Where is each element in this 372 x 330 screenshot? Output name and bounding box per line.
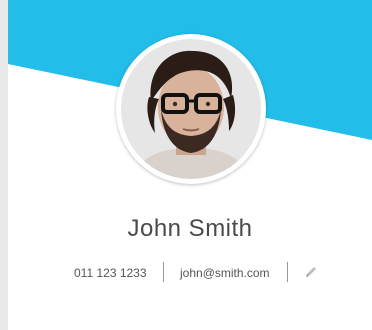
email-address[interactable]: john@smith.com — [180, 266, 270, 280]
avatar-photo — [121, 39, 261, 179]
divider — [287, 262, 288, 282]
profile-card: John Smith 011 123 1233 john@smith.com — [8, 0, 372, 330]
divider — [163, 262, 164, 282]
avatar — [116, 34, 266, 184]
pencil-icon[interactable] — [304, 265, 318, 279]
phone-number: 011 123 1233 — [74, 266, 147, 280]
contact-row: 011 123 1233 john@smith.com — [8, 258, 372, 288]
profile-name: John Smith — [127, 215, 253, 242]
